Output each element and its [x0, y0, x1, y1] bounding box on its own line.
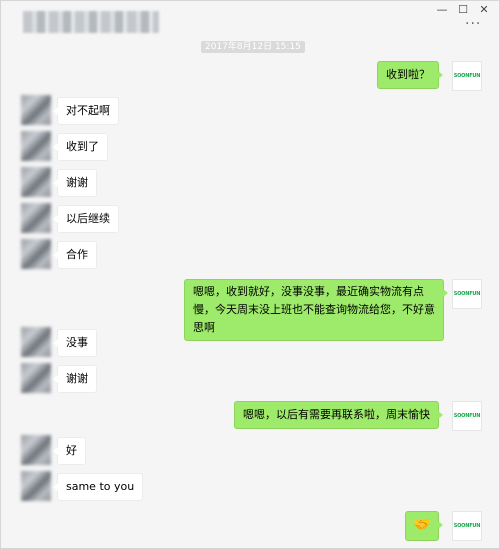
contact-avatar[interactable]: [21, 363, 51, 393]
my-avatar-logo[interactable]: SOONFUN: [452, 61, 482, 91]
contact-avatar[interactable]: [21, 95, 51, 125]
contact-avatar[interactable]: [21, 167, 51, 197]
message-timestamp: 2017年8月12日 15:15: [201, 41, 305, 53]
my-avatar-logo[interactable]: SOONFUN: [452, 401, 482, 431]
minimize-button[interactable]: —: [431, 3, 453, 17]
contact-name-blurred: [23, 11, 159, 33]
message-bubble-incoming[interactable]: 没事: [53, 329, 97, 357]
message-bubble-incoming[interactable]: 收到了: [53, 133, 108, 161]
contact-avatar[interactable]: [21, 239, 51, 269]
title-bar: — ☐ ✕ ···: [1, 1, 499, 41]
contact-avatar[interactable]: [21, 203, 51, 233]
message-bubble-incoming[interactable]: 合作: [53, 241, 97, 269]
contact-avatar[interactable]: [21, 435, 51, 465]
message-bubble-incoming[interactable]: 对不起啊: [53, 97, 119, 125]
message-bubble-outgoing[interactable]: 嗯嗯，以后有需要再联系啦，周末愉快: [234, 401, 443, 429]
my-avatar-logo[interactable]: SOONFUN: [452, 511, 482, 541]
contact-avatar[interactable]: [21, 131, 51, 161]
close-button[interactable]: ✕: [473, 3, 495, 17]
message-bubble-outgoing-emoji[interactable]: 🤝: [405, 511, 443, 541]
chat-window: — ☐ ✕ ··· 2017年8月12日 15:15 收到啦？ SOONFUN …: [0, 0, 500, 549]
contact-avatar[interactable]: [21, 327, 51, 357]
message-bubble-incoming[interactable]: 以后继续: [53, 205, 119, 233]
my-avatar-logo[interactable]: SOONFUN: [452, 279, 482, 309]
maximize-button[interactable]: ☐: [452, 3, 474, 17]
message-bubble-outgoing[interactable]: 收到啦？: [377, 61, 443, 89]
message-bubble-incoming[interactable]: 好: [53, 437, 86, 465]
handshake-emoji-icon: 🤝: [413, 517, 431, 533]
message-bubble-outgoing[interactable]: 嗯嗯，收到就好，没事没事，最近确实物流有点慢，今天周末没上班也不能查询物流给您，…: [184, 279, 448, 341]
more-options-icon[interactable]: ···: [465, 17, 487, 31]
contact-avatar[interactable]: [21, 471, 51, 501]
message-bubble-incoming[interactable]: 谢谢: [53, 365, 97, 393]
message-bubble-incoming[interactable]: 谢谢: [53, 169, 97, 197]
message-bubble-incoming[interactable]: same to you: [52, 473, 144, 501]
